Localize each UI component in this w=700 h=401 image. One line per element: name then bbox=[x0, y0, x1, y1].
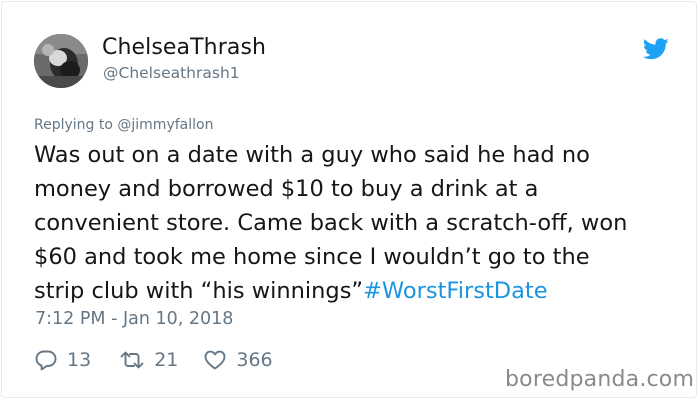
reply-button[interactable]: 13 bbox=[34, 348, 91, 372]
tweet-text-line: money and borrowed $10 to buy a drink at… bbox=[34, 176, 539, 202]
like-icon bbox=[204, 350, 226, 370]
tweet-actions: 13 21 366 bbox=[34, 346, 273, 374]
tweet-text: Was out on a date with a guy who said he… bbox=[34, 138, 674, 308]
twitter-bird-icon[interactable] bbox=[643, 38, 669, 60]
like-count: 366 bbox=[236, 349, 273, 371]
tweet-text-line: $60 and took me home since I wouldn’t go… bbox=[34, 244, 590, 270]
retweet-count: 21 bbox=[154, 349, 179, 371]
replying-to-label: Replying to bbox=[34, 117, 113, 133]
avatar-photo bbox=[34, 34, 88, 88]
reply-count: 13 bbox=[67, 349, 92, 371]
tweet-text-line: Was out on a date with a guy who said he… bbox=[34, 142, 590, 168]
reply-mention-link[interactable]: @jimmyfallon bbox=[117, 117, 213, 133]
hashtag-link[interactable]: #WorstFirstDate bbox=[363, 278, 547, 304]
tweet-text-segment: strip club with “his winnings” bbox=[34, 278, 364, 304]
tweet-card: ChelseaThrash @Chelseathrash1 Replying t… bbox=[1, 1, 697, 398]
user-handle[interactable]: @Chelseathrash1 bbox=[103, 64, 240, 82]
retweet-icon bbox=[120, 351, 144, 369]
retweet-button[interactable]: 21 bbox=[119, 348, 178, 372]
like-button[interactable]: 366 bbox=[203, 348, 273, 372]
display-name[interactable]: ChelseaThrash bbox=[102, 35, 266, 60]
tweet-timestamp[interactable]: 7:12 PM - Jan 10, 2018 bbox=[35, 309, 233, 329]
tweet-text-line: convenient store. Came back with a scrat… bbox=[34, 210, 628, 236]
watermark: boredpanda.com bbox=[505, 367, 695, 392]
reply-icon bbox=[35, 350, 57, 371]
avatar[interactable] bbox=[34, 34, 88, 88]
tweet-text-last-line: strip club with “his winnings”#WorstFirs… bbox=[34, 274, 674, 308]
replying-to: Replying to @jimmyfallon bbox=[34, 117, 213, 133]
